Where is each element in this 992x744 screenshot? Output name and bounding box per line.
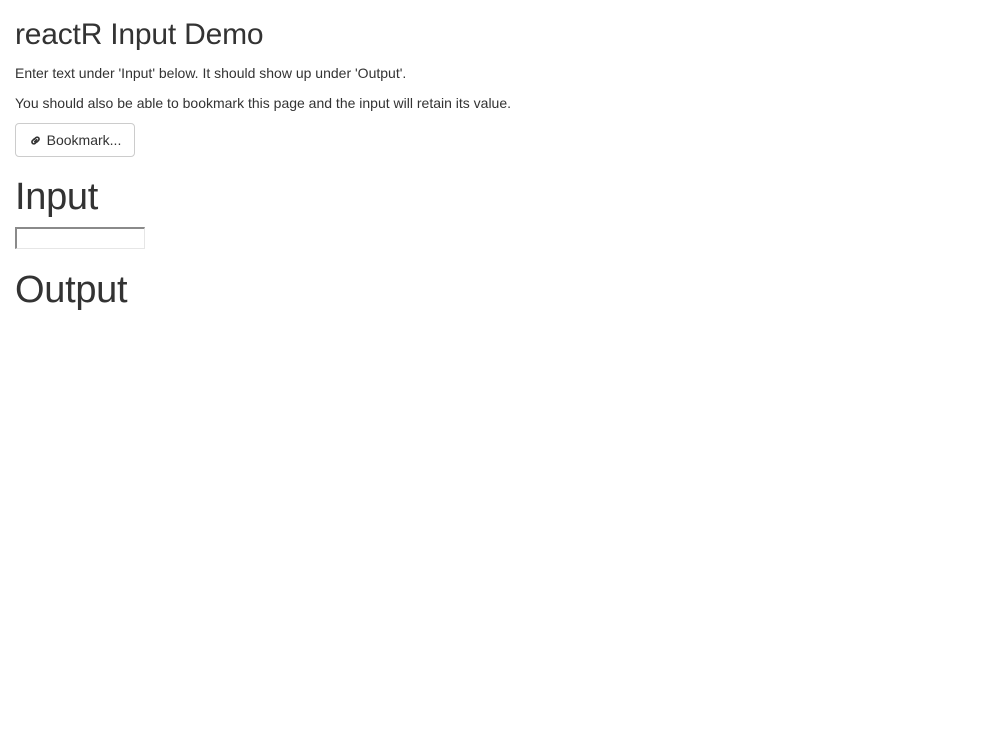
input-heading: Input	[15, 176, 99, 218]
output-text	[15, 318, 515, 338]
intro-line-1: Enter text under 'Input' below. It shoul…	[15, 65, 407, 81]
link-icon	[29, 133, 43, 147]
bookmark-button-label: Bookmark...	[46, 132, 122, 148]
text-input[interactable]	[15, 227, 145, 249]
page-title: reactR Input Demo	[15, 18, 264, 51]
page: reactR Input Demo Enter text under 'Inpu…	[0, 0, 992, 744]
intro-line-2: You should also be able to bookmark this…	[15, 95, 512, 111]
bookmark-button[interactable]: Bookmark...	[15, 123, 135, 157]
output-heading: Output	[15, 269, 128, 311]
